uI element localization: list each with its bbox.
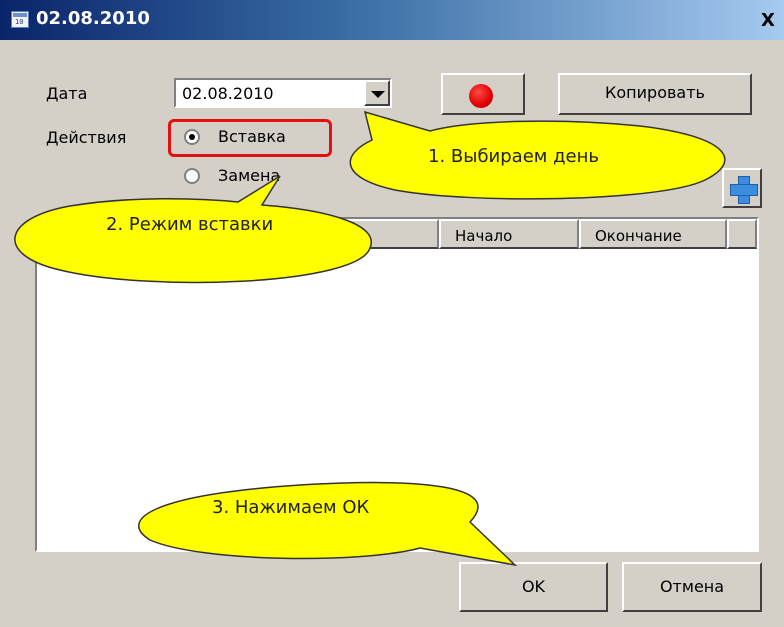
- add-button[interactable]: [722, 168, 762, 208]
- title-bar[interactable]: 10 02.08.2010 X: [0, 0, 784, 40]
- column-header-filler: [727, 219, 757, 249]
- chevron-down-icon: [371, 91, 385, 98]
- dialog-window: 10 02.08.2010 X Дата 02.08.2010 Копирова…: [0, 0, 784, 627]
- actions-label: Действия: [46, 128, 127, 147]
- window-title: 02.08.2010: [36, 8, 150, 29]
- schedule-table[interactable]: Начало Окончание: [35, 217, 759, 552]
- cancel-button[interactable]: Отмена: [622, 562, 762, 612]
- date-value: 02.08.2010: [182, 84, 274, 103]
- calendar-icon: 10: [11, 11, 29, 28]
- date-dropdown-button[interactable]: [364, 80, 390, 106]
- record-button[interactable]: [441, 73, 525, 115]
- column-header-start[interactable]: Начало: [439, 219, 579, 249]
- callout-text-2: 2. Режим вставки: [106, 214, 274, 235]
- close-button[interactable]: X: [756, 10, 780, 32]
- callout-text-3: 3. Нажимаем ОК: [212, 497, 370, 518]
- column-header-end[interactable]: Окончание: [579, 219, 727, 249]
- column-header-2[interactable]: [247, 219, 439, 249]
- record-icon: [469, 84, 493, 108]
- callout-text-1: 1. Выбираем день: [428, 146, 599, 167]
- radio-replace-label[interactable]: Замена: [218, 166, 280, 185]
- radio-replace[interactable]: [184, 168, 200, 184]
- highlight-box: [168, 119, 332, 157]
- date-combobox[interactable]: 02.08.2010: [174, 78, 392, 108]
- date-label: Дата: [46, 84, 88, 103]
- ok-button[interactable]: OK: [459, 562, 608, 612]
- copy-button[interactable]: Копировать: [558, 73, 752, 115]
